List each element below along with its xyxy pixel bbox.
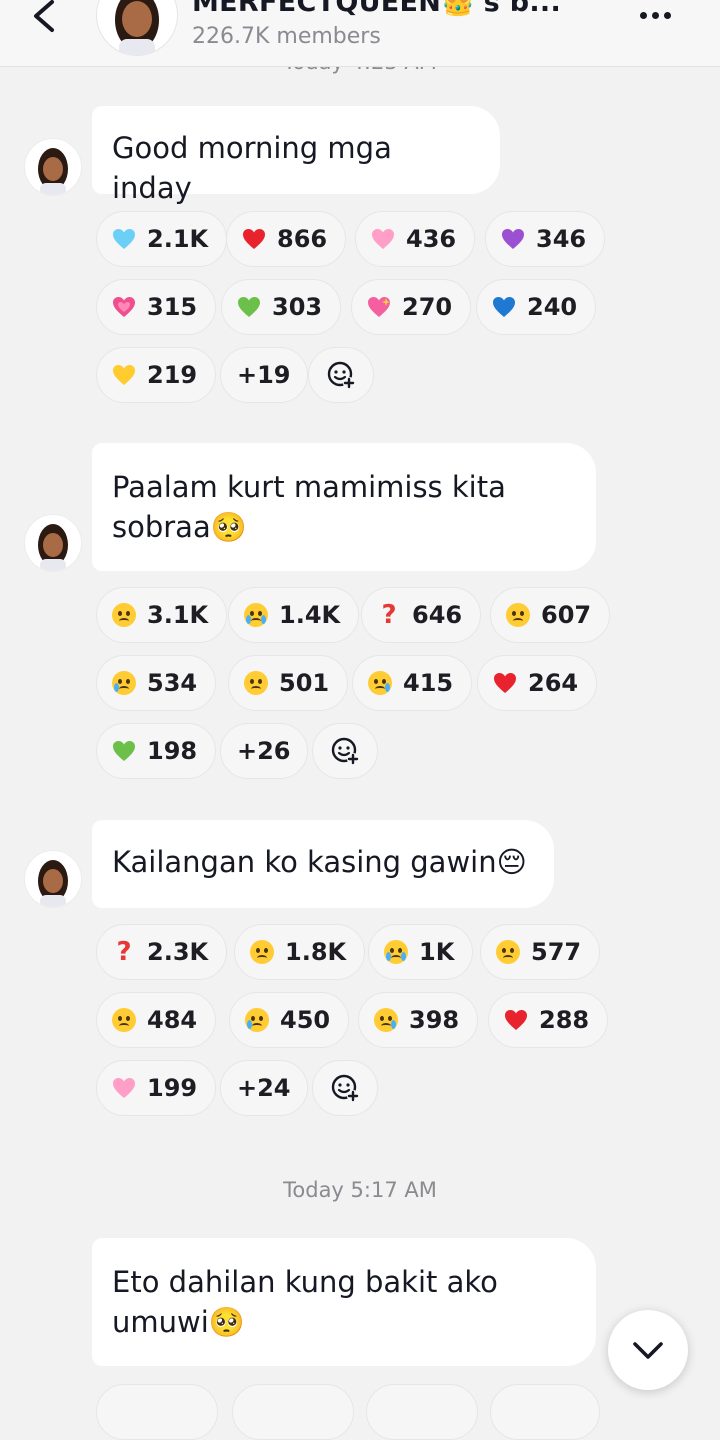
reaction-chip[interactable]: 2.1K [96, 211, 228, 267]
reaction-chip[interactable]: 534 [96, 655, 217, 711]
chevron-down-icon [633, 1342, 663, 1359]
message-bubble[interactable]: Kailangan ko kasing gawin😔 [92, 820, 554, 908]
add-reaction-button[interactable] [312, 1060, 378, 1116]
sender-avatar[interactable] [24, 138, 82, 196]
red-heart-icon [503, 1007, 529, 1033]
red-heart-icon [241, 226, 267, 252]
disappointed-face-icon [495, 939, 521, 965]
message-bubble[interactable]: Paalam kurt mamimiss kita sobraa🥺 [92, 443, 596, 571]
question-mark-icon: ? [381, 600, 397, 630]
sparkling-heart-icon [366, 294, 392, 320]
timestamp: Today 5:17 AM [283, 1178, 437, 1202]
reaction-chip[interactable]: 346 [485, 211, 606, 267]
reaction-chip[interactable] [490, 1384, 600, 1440]
message-text-line: umuwi🥺 [112, 1305, 245, 1339]
downcast-sweat-face-icon [244, 1007, 270, 1033]
group-title[interactable]: MERFECTQUEEN👑's b... [192, 0, 561, 18]
sender-avatar[interactable] [24, 850, 82, 908]
blue-heart-icon [491, 294, 517, 320]
reaction-chip[interactable]: 436 [355, 211, 476, 267]
member-count: 226.7K members [192, 24, 381, 49]
slightly-frowning-face-icon [505, 602, 531, 628]
add-reaction-icon [331, 737, 359, 765]
reaction-chip[interactable]: 577 [480, 924, 601, 980]
message-text: Good morning mga inday [112, 131, 392, 205]
message-bubble[interactable]: Good morning mga inday [92, 106, 500, 205]
reaction-chip[interactable]: ? 646 [361, 587, 482, 643]
reaction-chip[interactable]: 501 [228, 655, 349, 711]
more-reactions-chip[interactable]: +26 [220, 723, 308, 779]
reaction-chip[interactable]: 415 [352, 655, 473, 711]
reaction-chip[interactable]: 199 [96, 1060, 217, 1116]
reaction-chip[interactable]: 450 [229, 992, 350, 1048]
reaction-chip[interactable]: 264 [477, 655, 598, 711]
add-reaction-button[interactable] [312, 723, 378, 779]
reaction-chip[interactable] [96, 1384, 218, 1440]
message-text-line: Eto dahilan kung bakit ako [112, 1265, 498, 1299]
more-horizontal-icon [640, 12, 647, 19]
reaction-chip[interactable] [366, 1384, 478, 1440]
red-heart-icon [492, 670, 518, 696]
reaction-chip[interactable] [232, 1384, 354, 1440]
message-text: Kailangan ko kasing gawin😔 [112, 845, 527, 879]
more-reactions-chip[interactable]: +19 [220, 347, 308, 403]
reaction-chip[interactable]: 198 [96, 723, 217, 779]
frowning-face-icon [111, 602, 137, 628]
question-mark-icon: ? [116, 937, 132, 967]
chevron-left-icon [34, 0, 54, 32]
reaction-chip[interactable]: 484 [96, 992, 217, 1048]
reaction-chip[interactable]: 1.4K [228, 587, 360, 643]
scroll-to-bottom-button[interactable] [608, 1310, 688, 1390]
more-reactions-chip[interactable]: +24 [220, 1060, 308, 1116]
crying-face-icon [373, 1007, 399, 1033]
pink-heart-icon [111, 1075, 137, 1101]
sad-relieved-face-icon [367, 670, 393, 696]
sender-avatar[interactable] [24, 514, 82, 572]
reaction-chip[interactable]: 607 [490, 587, 611, 643]
loudly-crying-face-icon [383, 939, 409, 965]
purple-heart-icon [500, 226, 526, 252]
message-text-line: Paalam kurt mamimiss kita [112, 470, 506, 504]
reaction-chip[interactable]: 1K [368, 924, 474, 980]
message-bubble[interactable]: Eto dahilan kung bakit ako umuwi🥺 [92, 1238, 596, 1366]
more-options-button[interactable] [640, 4, 690, 28]
reaction-chip[interactable]: 315 [96, 279, 217, 335]
back-button[interactable] [26, 0, 66, 44]
message-text-line: sobraa🥺 [112, 510, 247, 544]
reaction-chip[interactable]: 270 [351, 279, 472, 335]
loudly-crying-face-icon [243, 602, 269, 628]
chat-header: MERFECTQUEEN👑's b... 226.7K members [0, 0, 720, 67]
worried-face-icon [243, 670, 269, 696]
green-heart-icon [111, 738, 137, 764]
avatar-illustration [115, 0, 159, 55]
pleading-face-icon [111, 1007, 137, 1033]
reaction-chip[interactable]: 288 [488, 992, 609, 1048]
add-reaction-icon [327, 361, 355, 389]
frowning-face-icon [249, 939, 275, 965]
yellow-heart-icon [111, 362, 137, 388]
group-avatar[interactable] [96, 0, 178, 56]
green-heart-icon [236, 294, 262, 320]
add-reaction-icon [331, 1074, 359, 1102]
pink-heart-icon [370, 226, 396, 252]
growing-heart-icon [111, 294, 137, 320]
reaction-chip[interactable]: 219 [96, 347, 217, 403]
reaction-chip[interactable]: 303 [221, 279, 342, 335]
reaction-chip[interactable]: ? 2.3K [96, 924, 228, 980]
reaction-chip[interactable]: 1.8K [234, 924, 366, 980]
add-reaction-button[interactable] [308, 347, 374, 403]
light-blue-heart-icon [111, 226, 137, 252]
reaction-chip[interactable]: 3.1K [96, 587, 228, 643]
reaction-chip[interactable]: 398 [358, 992, 479, 1048]
reaction-chip[interactable]: 240 [476, 279, 597, 335]
crying-face-icon [111, 670, 137, 696]
reaction-chip[interactable]: 866 [226, 211, 347, 267]
